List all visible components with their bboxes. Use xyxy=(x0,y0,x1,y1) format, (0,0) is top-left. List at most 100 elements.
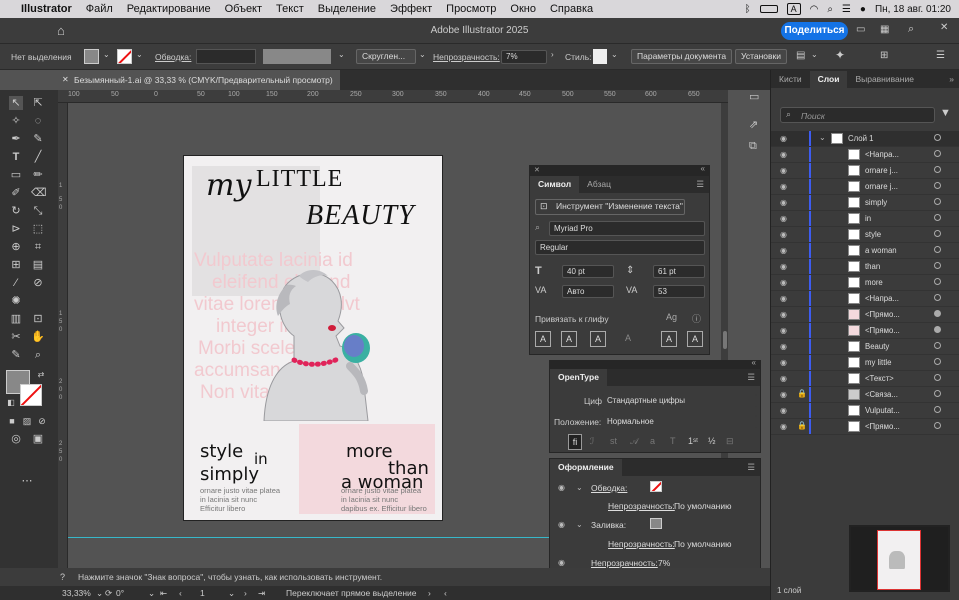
layer-item-name[interactable]: <Прямо... xyxy=(865,422,907,431)
eye-icon[interactable]: ◉ xyxy=(780,150,787,159)
scroll-left-icon[interactable]: ‹ xyxy=(444,586,447,600)
menu-text[interactable]: Текст xyxy=(269,3,311,15)
first-artboard-icon[interactable]: ⇤ xyxy=(160,586,167,600)
target-icon[interactable] xyxy=(934,390,941,397)
layer-item-name[interactable]: simply xyxy=(865,198,907,207)
target-icon[interactable] xyxy=(934,150,941,157)
rectangle-tool-icon[interactable]: ▭ xyxy=(9,168,23,182)
stroke-label[interactable]: Обводка: xyxy=(155,52,191,62)
chevron-right-icon[interactable]: › xyxy=(428,586,431,600)
chevron-right-icon[interactable]: › xyxy=(551,50,554,59)
libraries-icon[interactable]: ⧉ xyxy=(749,140,757,153)
layer-item-name[interactable]: Vulputat... xyxy=(865,406,907,415)
layer-row[interactable]: ◉ ornare j... xyxy=(771,179,959,195)
font-family-field[interactable]: Myriad Pro xyxy=(549,221,705,236)
layer-row[interactable]: ◉ <Напра... xyxy=(771,291,959,307)
eye-icon[interactable]: ◉ xyxy=(780,374,787,383)
target-icon[interactable] xyxy=(934,198,941,205)
preferences-button[interactable]: Установки xyxy=(735,49,788,64)
target-icon[interactable] xyxy=(934,406,941,413)
eye-icon[interactable]: ◉ xyxy=(780,198,787,207)
workspace-icon[interactable]: ▦ xyxy=(880,24,889,35)
zoom-tool-icon[interactable]: ⌕ xyxy=(31,348,45,362)
layer-row[interactable]: ◉ simply xyxy=(771,195,959,211)
font-style-field[interactable]: Regular xyxy=(535,240,705,255)
eye-icon[interactable]: ◉ xyxy=(780,262,787,271)
menu-effect[interactable]: Эффект xyxy=(383,3,439,15)
pencil-tool-icon[interactable]: ✎ xyxy=(9,348,23,362)
snap-glyph-bounds-icon[interactable]: A xyxy=(590,331,606,347)
chevron-down-icon[interactable]: ⌄ xyxy=(576,483,583,492)
close-window-icon[interactable]: ✕ xyxy=(940,22,948,33)
default-colors-icon[interactable]: ◧ xyxy=(4,396,18,410)
snap-anchor-icon[interactable]: A xyxy=(687,331,703,347)
position-select[interactable]: Нормальное xyxy=(602,415,757,429)
layer-name[interactable]: Слой 1 xyxy=(848,134,873,143)
selection-tool-icon[interactable]: ↖ xyxy=(9,96,23,110)
brush-select[interactable]: Скруглен... xyxy=(356,49,416,64)
layer-row[interactable]: ◉ 🔒 <Прямо... xyxy=(771,419,959,435)
next-artboard-icon[interactable]: › xyxy=(244,586,247,600)
tracking-field[interactable]: 53 xyxy=(653,285,705,298)
symbol-sprayer-icon[interactable]: ✺ xyxy=(9,294,23,308)
tab-paragraph[interactable]: Абзац xyxy=(579,176,619,193)
layer-row[interactable]: ◉ <Прямо... xyxy=(771,323,959,339)
layer-row[interactable]: ◉ Beauty xyxy=(771,339,959,355)
chevron-down-icon[interactable]: ⌄ xyxy=(576,520,583,529)
menu-edit[interactable]: Редактирование xyxy=(120,3,218,15)
target-icon[interactable] xyxy=(934,214,941,221)
chevron-down-icon[interactable]: ⌄ xyxy=(819,133,826,142)
layer-row[interactable]: ◉ my little xyxy=(771,355,959,371)
eraser-tool-icon[interactable]: ⌫ xyxy=(31,186,47,200)
glyph-icon[interactable]: Ag xyxy=(666,312,677,322)
standard-ligatures-icon[interactable]: fi xyxy=(568,434,582,450)
layer-item-name[interactable]: my little xyxy=(865,358,907,367)
scroll-thumb[interactable] xyxy=(723,331,727,349)
eye-icon[interactable]: ◉ xyxy=(780,214,787,223)
menu-icon[interactable]: ☰ xyxy=(747,462,760,473)
hand-tool-icon[interactable]: ✋ xyxy=(31,330,45,344)
layer-item-name[interactable]: <Прямо... xyxy=(865,310,907,319)
snap-proximity-icon[interactable]: A xyxy=(620,331,636,347)
arrange-icon[interactable]: ▤ xyxy=(796,50,805,61)
menu-icon[interactable]: ☰ xyxy=(747,372,760,383)
fill-row-label[interactable]: Заливка: xyxy=(591,520,626,530)
menu-view[interactable]: Просмотр xyxy=(439,3,503,15)
snap-xheight-icon[interactable]: A xyxy=(561,331,577,347)
pen-tool-icon[interactable]: ✒ xyxy=(9,132,23,146)
eye-icon[interactable]: ◉ xyxy=(780,166,787,175)
document-settings-button[interactable]: Параметры документа xyxy=(631,49,733,64)
chevron-down-icon[interactable]: ⌄ xyxy=(811,50,818,59)
swap-colors-icon[interactable]: ⇄ xyxy=(34,368,48,382)
fractions-icon[interactable]: ½ xyxy=(708,436,716,446)
properties-icon[interactable]: ▭ xyxy=(749,90,759,103)
layer-item-name[interactable]: <Напра... xyxy=(865,294,907,303)
more-tools-icon[interactable]: ⋯ xyxy=(20,474,34,488)
artboard-number-field[interactable]: 1 xyxy=(200,586,205,600)
style-swatch[interactable] xyxy=(593,49,607,64)
discretionary-ligatures-icon[interactable]: st xyxy=(610,436,617,446)
layer-row[interactable]: ◉ than xyxy=(771,259,959,275)
menu-file[interactable]: Файл xyxy=(79,3,120,15)
artboard[interactable]: Vulputate lacinia id eleifend eleifend v… xyxy=(183,155,443,521)
layer-row[interactable]: ◉ ⌄ Слой 1 xyxy=(771,131,959,147)
brush-tool-icon[interactable]: ✏ xyxy=(31,168,45,182)
more-options-icon[interactable]: ⊟ xyxy=(726,436,734,447)
target-icon[interactable] xyxy=(934,326,941,333)
layer-item-name[interactable]: than xyxy=(865,262,907,271)
navigator-preview[interactable] xyxy=(849,525,950,592)
document-tab[interactable]: ✕ Безымянный-1.ai @ 33,33 % (CMYK/Предва… xyxy=(58,70,340,90)
panel-grip[interactable]: ✕ « xyxy=(530,164,709,176)
swash-icon[interactable]: 𝒜 xyxy=(630,436,639,447)
none-mode-icon[interactable]: ⊘ xyxy=(35,414,49,428)
eye-icon[interactable]: ◉ xyxy=(780,246,787,255)
layer-item-name[interactable]: in xyxy=(865,214,907,223)
target-icon[interactable] xyxy=(934,134,941,141)
arrange-icon[interactable]: ▭ xyxy=(856,24,865,35)
export-icon[interactable]: ⇗ xyxy=(749,118,758,131)
fill-swatch[interactable] xyxy=(650,518,662,529)
opacity-label[interactable]: Непрозрачность: xyxy=(433,52,500,62)
collapse-icon[interactable]: » xyxy=(949,74,959,84)
layer-item-name[interactable]: a woman xyxy=(865,246,907,255)
layer-item-name[interactable]: style xyxy=(865,230,907,239)
